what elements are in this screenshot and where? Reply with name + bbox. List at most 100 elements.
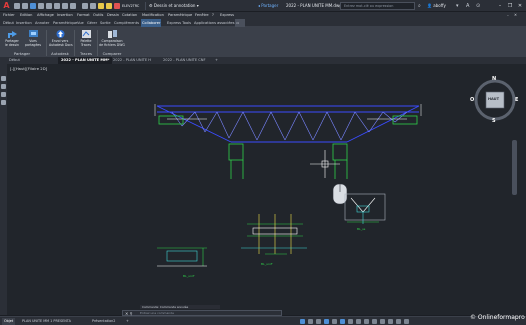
share-drawing-button[interactable]: Partager le dessin xyxy=(1,29,23,49)
workspace-label: Dessin et annotation xyxy=(153,3,196,8)
doc-tab-plan-unite-mm[interactable]: 2022 - PLAN UNITE MM* xyxy=(58,57,113,64)
viewcube-top-face[interactable]: HAUT xyxy=(488,97,499,101)
autocad-logo-icon[interactable]: A xyxy=(2,1,11,11)
traces-palette-icon xyxy=(81,30,91,38)
customization-icon[interactable] xyxy=(404,319,409,324)
save-as-icon[interactable] xyxy=(38,3,44,9)
new-tab-button[interactable]: + xyxy=(212,57,221,64)
restore-button[interactable]: ❐ xyxy=(506,1,514,11)
layers-icon[interactable] xyxy=(1,92,6,97)
redo-icon[interactable] xyxy=(70,3,76,9)
viewcube[interactable]: N S E O HAUT xyxy=(470,76,520,124)
lineweight-icon[interactable] xyxy=(356,319,361,324)
layer-icon[interactable] xyxy=(90,3,96,9)
light-bulb-icon[interactable] xyxy=(98,3,104,9)
osnap-icon[interactable] xyxy=(340,319,345,324)
close-doc-icon[interactable]: ✕ xyxy=(514,12,517,19)
autodesk-app-icon[interactable]: A xyxy=(466,2,469,10)
undo-icon[interactable] xyxy=(62,3,68,9)
search-input[interactable]: Entrez mot-clé ou expression xyxy=(340,2,415,10)
section-detail-right xyxy=(344,193,386,224)
menu-format[interactable]: Format xyxy=(77,12,90,19)
compass-south[interactable]: S xyxy=(492,118,496,124)
navigation-bar[interactable] xyxy=(512,140,517,195)
tab-gerer[interactable]: Gérer xyxy=(86,19,98,27)
compass-east[interactable]: E xyxy=(515,97,518,103)
traces-palette-button[interactable]: Palette Traces xyxy=(75,29,97,49)
menu-insertion[interactable]: Insertion xyxy=(57,12,73,19)
workspace-icon[interactable] xyxy=(372,319,377,324)
navigation-icon[interactable] xyxy=(1,76,6,81)
open-file-icon[interactable] xyxy=(22,3,28,9)
share-button[interactable]: ◂ Partager xyxy=(258,2,278,10)
model-space-icon[interactable] xyxy=(300,319,305,324)
help-icon[interactable]: ⊙ xyxy=(476,2,480,10)
sun-icon[interactable] xyxy=(106,3,112,9)
tab-parametrique[interactable]: Paramétrique xyxy=(52,19,78,27)
minimize-button[interactable]: – xyxy=(496,1,504,11)
layout-tab-objet[interactable]: Objet xyxy=(2,318,16,325)
save-icon[interactable] xyxy=(30,3,36,9)
properties-icon[interactable] xyxy=(1,84,6,89)
tab-sortie[interactable]: Sortie xyxy=(99,19,112,27)
clean-screen-icon[interactable] xyxy=(396,319,401,324)
search-icon[interactable]: ⌕ xyxy=(418,2,421,10)
user-account[interactable]: 👤 aboffy xyxy=(427,2,446,10)
tab-collaborer[interactable]: Collaborer xyxy=(141,19,162,27)
polar-icon[interactable] xyxy=(332,319,337,324)
blocks-icon[interactable] xyxy=(1,100,6,105)
menu-affichage[interactable]: Affichage xyxy=(37,12,54,19)
compass-north[interactable]: N xyxy=(492,76,496,82)
add-layout-button[interactable]: + xyxy=(124,318,131,325)
viewport-controls-label[interactable]: [-][Haut][Filaire 2D] xyxy=(10,66,47,71)
menu-edition[interactable]: Edition xyxy=(20,12,32,19)
dwg-compare-button[interactable]: Comparaison de fichiers DWG xyxy=(98,29,126,49)
compass-west[interactable]: O xyxy=(470,97,474,103)
plot-icon[interactable] xyxy=(54,3,60,9)
menu-express[interactable]: Express xyxy=(220,12,234,19)
tab-debut[interactable]: Début xyxy=(2,19,15,27)
left-toolbar xyxy=(0,64,7,315)
share-file-icon[interactable] xyxy=(82,3,88,9)
menu-dessin[interactable]: Dessin xyxy=(107,12,119,19)
close-button[interactable]: ✕ xyxy=(516,1,524,11)
hardware-acceleration-icon[interactable] xyxy=(388,319,393,324)
print-icon[interactable] xyxy=(46,3,52,9)
new-file-icon[interactable] xyxy=(14,3,20,9)
restore-doc-icon[interactable]: – xyxy=(507,12,509,19)
layout-tab-presentation-2[interactable]: Présentation2 xyxy=(90,318,117,325)
isolate-icon[interactable] xyxy=(380,319,385,324)
layout-tab-presentation-1[interactable]: PLAN UNITE MM 1 PRESENTA xyxy=(20,318,73,325)
layer-color-icon[interactable] xyxy=(114,3,120,9)
menu-modification[interactable]: Modification xyxy=(142,12,164,19)
tab-vue[interactable]: Vue xyxy=(76,19,85,27)
doc-tab-debut[interactable]: Début xyxy=(6,57,23,64)
section-detail-left xyxy=(157,247,207,267)
drawing-canvas[interactable]: BL_uniT BL_uniF BL_ss xyxy=(7,64,526,315)
annotation-scale-icon[interactable] xyxy=(364,319,369,324)
command-history: Commande: Commande annulée xyxy=(140,305,220,309)
doc-tab-plan-unite-cnf[interactable]: 2022 - PLAN UNITE CNF xyxy=(160,57,209,64)
grid-icon[interactable] xyxy=(308,319,313,324)
tab-applications-associees[interactable]: Applications associées xyxy=(193,19,236,27)
doc-tab-plan-unite-h[interactable]: 2022 - PLAN UNITE H xyxy=(110,57,154,64)
tab-express-tools[interactable]: Express Tools xyxy=(166,19,192,27)
menu-fenetre[interactable]: Fenêtre xyxy=(195,12,209,19)
otrack-icon[interactable] xyxy=(348,319,353,324)
menu-aide[interactable]: ? xyxy=(212,12,214,19)
cart-icon[interactable]: ▾ xyxy=(456,2,459,10)
workspace-dropdown[interactable]: ⚙ Dessin et annotation ▾ xyxy=(145,2,202,10)
menu-cotation[interactable]: Cotation xyxy=(122,12,137,19)
ortho-icon[interactable] xyxy=(324,319,329,324)
menu-fichier[interactable]: Fichier xyxy=(3,12,15,19)
snap-icon[interactable] xyxy=(316,319,321,324)
send-to-docs-button[interactable]: Envoi vers Autodesk Docs xyxy=(49,29,73,49)
tab-insertion[interactable]: Insertion xyxy=(15,19,33,27)
tab-annoter[interactable]: Annoter xyxy=(34,19,50,27)
ribbon-minimize-icon[interactable]: ▭ xyxy=(235,19,245,27)
layer-name[interactable]: ELEV2TRC xyxy=(122,2,139,10)
menu-outils[interactable]: Outils xyxy=(93,12,103,19)
menu-parametrique[interactable]: Paramétrique xyxy=(168,12,192,19)
tab-complements[interactable]: Compléments xyxy=(113,19,140,27)
shared-views-button[interactable]: Vues partagées xyxy=(22,29,44,49)
